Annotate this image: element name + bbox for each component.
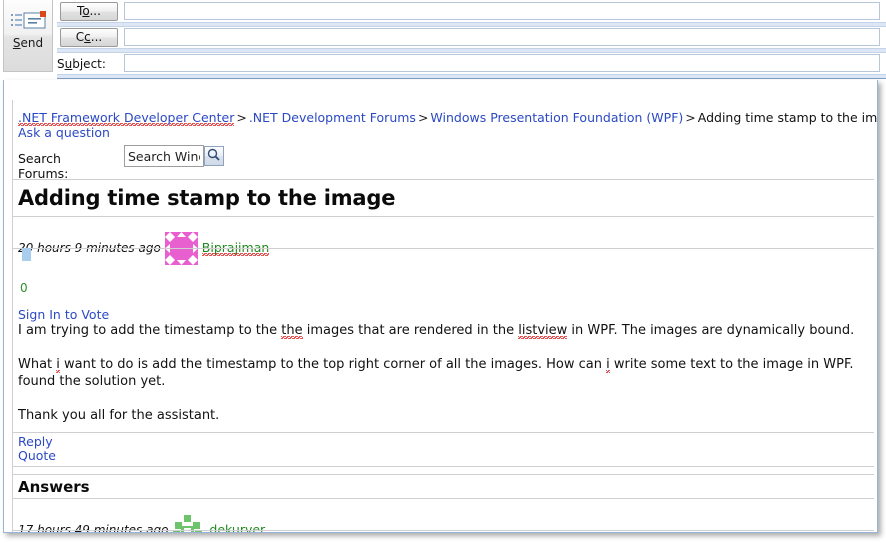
vote-column: 0 — [20, 248, 46, 295]
answer-author-link[interactable]: dekurver — [209, 522, 266, 532]
question-paragraph-1: What i want to do is add the timestamp t… — [18, 357, 854, 389]
envelope-send-icon — [11, 11, 47, 33]
breadcrumb-item-1[interactable]: .NET Development Forums — [249, 110, 416, 125]
divider-below-meta — [12, 248, 874, 249]
message-body-pane[interactable]: .NET Framework Developer Center > .NET Dev… — [3, 80, 878, 533]
answers-heading: Answers — [18, 478, 90, 496]
question-paragraph-0: I am trying to add the timestamp to the … — [18, 323, 855, 339]
reply-link[interactable]: Reply — [18, 435, 56, 449]
breadcrumb-current: Adding time stamp to the image — [697, 110, 878, 125]
ask-a-question-link[interactable]: Ask a question — [18, 125, 110, 140]
breadcrumb-separator-2: > — [685, 110, 696, 125]
page-left-rule — [12, 100, 13, 532]
divider-above-actions — [12, 432, 874, 433]
answer-timestamp: 17 hours 49 minutes ago — [18, 523, 169, 533]
send-button[interactable]: Send — [3, 0, 53, 72]
divider-below-answers-heading — [12, 498, 874, 499]
subject-field[interactable] — [124, 54, 880, 72]
search-button[interactable] — [204, 146, 224, 166]
search-forums-label: Search Forums: — [18, 151, 69, 181]
question-body: I am trying to add the timestamp to the … — [18, 322, 877, 424]
sign-in-to-vote-link[interactable]: Sign In to Vote — [18, 307, 109, 322]
to-button[interactable]: To... — [60, 2, 118, 21]
cc-button[interactable]: Cc... — [60, 28, 118, 47]
outlook-compose-window: Send To... Cc... Subject: .NET Framework… — [0, 0, 886, 543]
to-field[interactable] — [124, 2, 880, 20]
divider-above-title — [12, 179, 874, 180]
question-paragraph-2: Thank you all for the assistant. — [18, 408, 220, 423]
breadcrumb-item-0[interactable]: .NET Framework Developer Center — [18, 110, 235, 126]
divider-below-actions — [12, 466, 874, 467]
subject-label: Subject: — [57, 57, 106, 71]
divider-above-answers — [12, 474, 874, 475]
post-actions: Reply Quote — [18, 435, 56, 463]
breadcrumb-separator-1: > — [417, 110, 429, 125]
magnifier-icon — [206, 148, 222, 166]
forum-page: .NET Framework Developer Center > .NET Dev… — [12, 80, 877, 532]
breadcrumb-item-2[interactable]: Windows Presentation Foundation (WPF) — [430, 110, 683, 125]
divider-below-answer-meta — [12, 530, 874, 531]
vote-score: 0 — [20, 281, 28, 295]
breadcrumb-separator-0: > — [236, 110, 247, 125]
quote-link[interactable]: Quote — [18, 449, 56, 463]
divider-below-title — [12, 216, 874, 217]
page-title: Adding time stamp to the image — [18, 186, 396, 210]
field-separator-3 — [57, 74, 886, 79]
compose-header: Send To... Cc... Subject: — [0, 0, 886, 79]
field-separator-2 — [57, 48, 886, 53]
search-input[interactable] — [124, 145, 204, 167]
cc-field[interactable] — [124, 28, 880, 46]
breadcrumb: .NET Framework Developer Center > .NET Dev… — [18, 110, 878, 126]
vote-up-icon[interactable] — [22, 248, 31, 261]
field-separator-1 — [57, 22, 886, 27]
send-button-label: Send — [12, 36, 44, 50]
